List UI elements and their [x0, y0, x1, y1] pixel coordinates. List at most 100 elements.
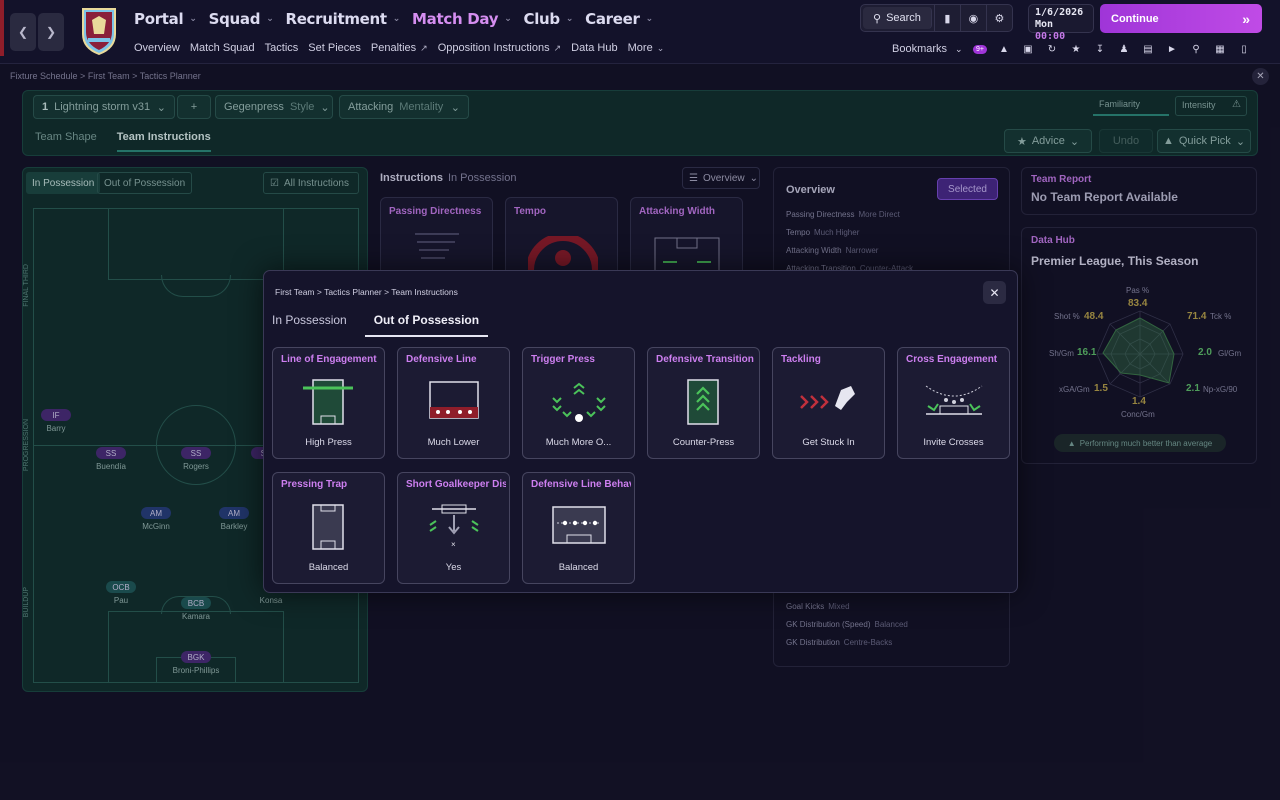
card-value: Much More O... [545, 437, 612, 448]
main-nav: Portal ⌄ Squad ⌄ Recruitment ⌄ Match Day ⌄ C… [134, 8, 665, 30]
search-label: Search [886, 12, 921, 24]
modal-tab-in-possession[interactable]: In Possession [272, 311, 356, 337]
card-trigger-press[interactable]: Trigger Press Much More O... [522, 347, 635, 459]
forward-button[interactable]: ❯ [38, 13, 64, 51]
continue-label: Continue [1111, 12, 1159, 25]
trophy-icon[interactable]: ★ [1066, 40, 1086, 58]
subnav-more-label: More [627, 42, 653, 54]
nav-career[interactable]: Career ⌄ [585, 10, 653, 28]
app-window: { "nav": { "back_icon": "chevron-left-ic… [0, 0, 1280, 800]
shirt-icon[interactable]: ▲ [994, 40, 1014, 58]
nav-club[interactable]: Club ⌄ [524, 10, 574, 28]
date-text: 1/6/2026 [1035, 7, 1084, 18]
clipboard-icon[interactable]: ▤ [1138, 40, 1158, 58]
modal-tabs: In Possession Out of Possession [272, 311, 497, 337]
chevron-left-icon: ❮ [17, 25, 29, 39]
refresh-icon[interactable]: ↻ [1042, 40, 1062, 58]
external-link-icon: ↗ [420, 42, 428, 53]
back-button[interactable]: ❮ [10, 13, 36, 51]
nav-recruitment[interactable]: Recruitment ⌄ [285, 10, 400, 28]
card-short-gk-distribution[interactable]: Short Goalkeeper Distr × Yes [397, 472, 510, 584]
globe-button[interactable]: ◉ [959, 5, 986, 31]
nav-portal[interactable]: Portal ⌄ [134, 10, 197, 28]
bookmark-button[interactable]: ▮ [933, 5, 960, 31]
card-value: Balanced [558, 562, 599, 573]
search-icon: ⚲ [873, 12, 882, 25]
download-icon[interactable]: ↧ [1090, 40, 1110, 58]
subnav-penalties[interactable]: Penalties ↗ [371, 42, 428, 54]
team-instructions-modal: First Team > Tactics Planner > Team Inst… [263, 270, 1018, 593]
modal-crumb-first-team[interactable]: First Team [275, 287, 315, 297]
chevron-down-icon: ⌄ [645, 14, 654, 24]
modal-crumb-team-instructions[interactable]: Team Instructions [391, 287, 458, 297]
inbox-count: 9+ [973, 44, 987, 54]
card-defensive-line-behaviour[interactable]: Defensive Line Behavic Balanced [522, 472, 635, 584]
card-value: Much Lower [427, 437, 480, 448]
subnav-match-squad[interactable]: Match Squad [190, 42, 255, 54]
card-value: Get Stuck In [802, 437, 855, 448]
club-crest-icon[interactable] [80, 6, 118, 56]
subnav-tactics[interactable]: Tactics [265, 42, 299, 54]
svg-text:×: × [451, 540, 456, 549]
subnav-more[interactable]: More ⌄ [628, 42, 665, 54]
short-gk-distribution-icon: × [429, 504, 479, 549]
pressing-trap-icon [312, 504, 344, 550]
card-title: Line of Engagement [281, 354, 377, 365]
nav-match-day[interactable]: Match Day ⌄ [412, 10, 512, 28]
external-link-icon: ↗ [553, 42, 562, 53]
card-cross-engagement[interactable]: Cross Engagement Invite Crosses [897, 347, 1010, 459]
staff-icon[interactable]: ♟ [1114, 40, 1134, 58]
chevron-down-icon: ⌄ [565, 14, 574, 24]
close-icon: ✕ [989, 285, 1000, 300]
card-title: Short Goalkeeper Distr [406, 479, 506, 490]
continue-button[interactable]: Continue » [1100, 4, 1262, 33]
chevron-down-icon: ⌄ [266, 14, 274, 24]
card-title: Cross Engagement [906, 354, 998, 365]
modal-breadcrumb: First Team > Tactics Planner > Team Inst… [275, 287, 458, 297]
subnav-overview[interactable]: Overview [134, 42, 180, 54]
subnav-set-pieces[interactable]: Set Pieces [308, 42, 361, 54]
chevron-down-icon: ⌄ [504, 14, 512, 24]
nav-squad[interactable]: Squad ⌄ [209, 10, 274, 28]
card-value: High Press [305, 437, 352, 448]
card-tackling[interactable]: Tackling Get Stuck In [772, 347, 885, 459]
card-title: Pressing Trap [281, 479, 348, 490]
bookmark-icon: ▮ [944, 12, 951, 25]
defensive-line-behaviour-icon [552, 506, 606, 544]
scout-icon[interactable]: ⚲ [1186, 40, 1206, 58]
cross-engagement-icon [925, 385, 983, 415]
trigger-press-icon [552, 382, 606, 422]
card-value: Counter-Press [672, 437, 735, 448]
subnav-data-hub[interactable]: Data Hub [571, 42, 617, 54]
quick-icons: 9+ ▲ ▣ ↻ ★ ↧ ♟ ▤ ► ⚲ ▦ ▯ [970, 40, 1254, 58]
subnav-opposition-label: Opposition Instructions [437, 42, 550, 54]
club-color-tab [0, 0, 4, 56]
card-value: Yes [445, 562, 462, 573]
line-of-engagement-icon [303, 379, 353, 425]
calendar-icon[interactable]: ▦ [1210, 40, 1230, 58]
megaphone-icon[interactable]: ► [1162, 40, 1182, 58]
bookmarks-dropdown[interactable]: Bookmarks ⌄ [892, 43, 963, 55]
card-title: Defensive Line Behavic [531, 479, 631, 490]
modal-crumb-tactics-planner[interactable]: Tactics Planner [324, 287, 382, 297]
game-date[interactable]: 1/6/2026 Mon 00:00 [1028, 4, 1094, 42]
modal-tab-out-of-possession[interactable]: Out of Possession [364, 311, 489, 337]
chevron-down-icon: ⌄ [955, 43, 963, 54]
card-title: Trigger Press [531, 354, 595, 365]
defensive-transition-icon [687, 379, 719, 425]
utility-toolbar: ⚲ Search ▮ ◉ ⚙ [860, 4, 1013, 32]
defensive-line-icon [429, 381, 479, 419]
card-title: Tackling [781, 354, 821, 365]
card-pressing-trap[interactable]: Pressing Trap Balanced [272, 472, 385, 584]
search-button[interactable]: ⚲ Search [863, 7, 932, 29]
phone-icon[interactable]: ▯ [1234, 40, 1254, 58]
settings-button[interactable]: ⚙ [985, 5, 1012, 31]
globe-icon: ◉ [968, 12, 979, 25]
card-defensive-line[interactable]: Defensive Line Much Lower [397, 347, 510, 459]
card-defensive-transition[interactable]: Defensive Transition Counter-Press [647, 347, 760, 459]
document-icon[interactable]: ▣ [1018, 40, 1038, 58]
subnav-opposition-instructions[interactable]: Opposition Instructions ↗ [438, 42, 561, 54]
inbox-icon[interactable]: 9+ [970, 40, 990, 58]
card-line-of-engagement[interactable]: Line of Engagement High Press [272, 347, 385, 459]
modal-close-button[interactable]: ✕ [983, 281, 1006, 304]
